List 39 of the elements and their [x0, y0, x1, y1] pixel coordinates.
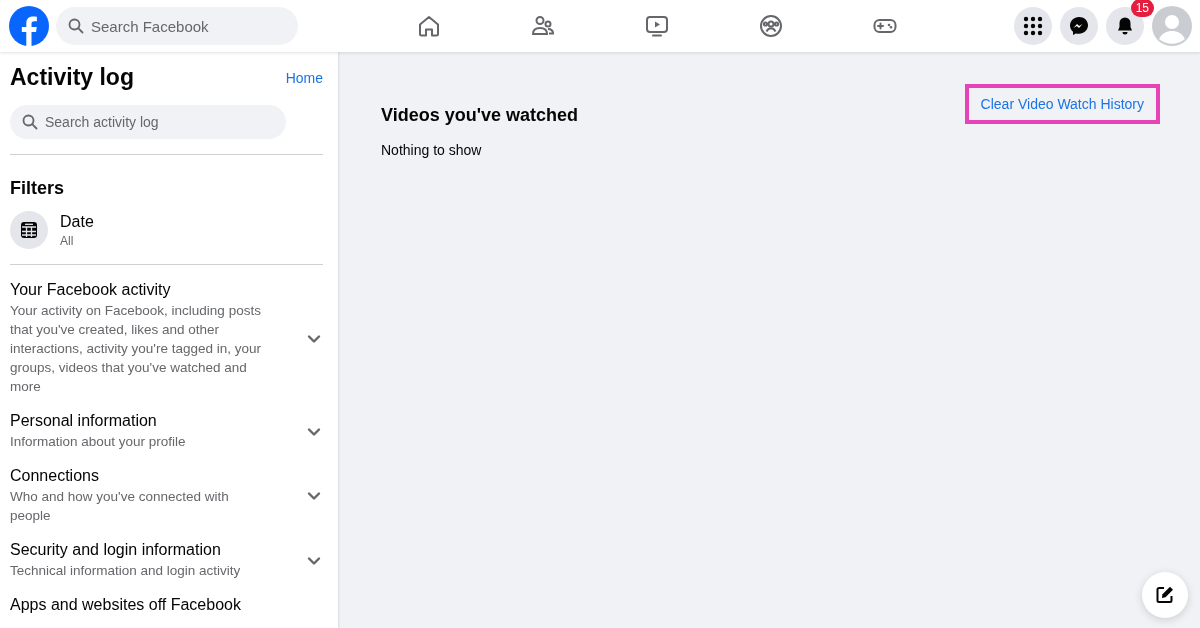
- calendar-icon: [19, 220, 39, 240]
- category-title[interactable]: Connections: [10, 467, 272, 485]
- page-title: Activity log: [10, 64, 134, 91]
- compose-button[interactable]: [1142, 572, 1188, 618]
- category-title[interactable]: Personal information: [10, 412, 272, 430]
- search-field[interactable]: Search activity log: [10, 105, 286, 139]
- search-icon: [68, 18, 84, 34]
- filter-value: All: [60, 233, 75, 248]
- category-description: Your activity on Facebook, including posts that you've created, likes and other interactions, activity you're tagged in, your groups, videos that you've watched and more: [10, 302, 262, 396]
- group-icon: [758, 14, 783, 38]
- messenger-button[interactable]: [1060, 7, 1098, 45]
- chevron-icon[interactable]: [307, 333, 321, 344]
- messenger-icon: [1069, 16, 1089, 36]
- chevron-icon[interactable]: [307, 491, 321, 501]
- clear-history-link[interactable]: Clear Video Watch History: [964, 84, 1160, 124]
- menu-button[interactable]: [1014, 7, 1052, 45]
- chevron-icon[interactable]: [307, 426, 321, 437]
- section-title: Videos you've watched: [381, 105, 578, 126]
- menu-icon: [1023, 16, 1043, 36]
- section-title: Filters: [10, 178, 66, 199]
- home-icon: [416, 14, 441, 38]
- search-icon: [22, 114, 38, 130]
- category-title[interactable]: Security and login information: [10, 541, 272, 559]
- category-description: Who and how you've connected with people: [10, 488, 230, 525]
- filter-label[interactable]: Date: [60, 212, 94, 231]
- chevron-icon[interactable]: [307, 555, 321, 566]
- category-description: Technical information and login activity: [10, 562, 242, 580]
- home-link[interactable]: Home: [285, 69, 323, 86]
- search-field[interactable]: Search Facebook: [56, 7, 298, 45]
- category-description: Information about your profile: [10, 433, 187, 451]
- video-icon: [644, 14, 669, 38]
- bell-icon: [1115, 16, 1135, 36]
- category-title[interactable]: Apps and websites off Facebook: [10, 596, 272, 614]
- empty-message: Nothing to show: [381, 142, 483, 158]
- facebook-logo[interactable]: [9, 6, 49, 46]
- notification-count: 15: [1130, 0, 1154, 17]
- people-icon: [530, 14, 555, 38]
- edit-icon: [1155, 585, 1175, 605]
- category-title[interactable]: Your Facebook activity: [10, 281, 272, 299]
